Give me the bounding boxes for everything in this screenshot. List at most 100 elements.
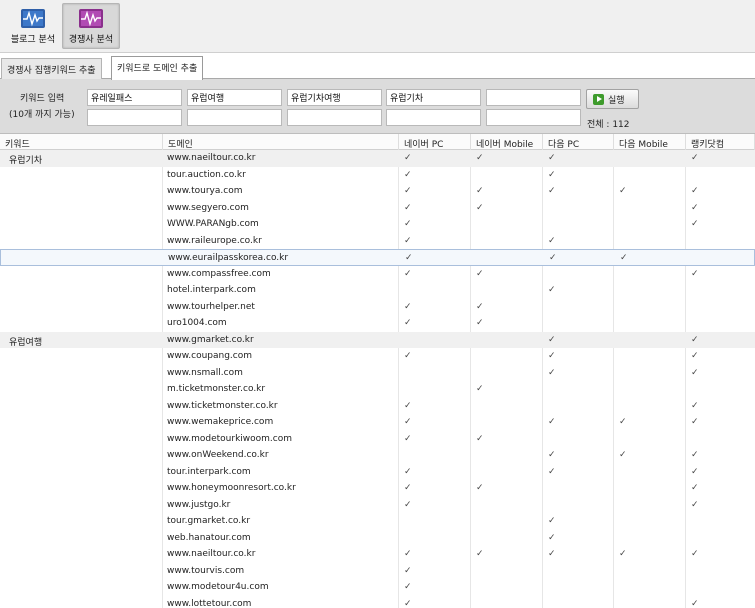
domain-cell: www.ticketmonster.co.kr xyxy=(167,400,278,411)
domain-cell: www.tourhelper.net xyxy=(167,301,255,312)
check-icon-rankey: ✓ xyxy=(691,351,699,361)
competitor-chart-icon xyxy=(79,9,103,28)
table-row[interactable]: www.naeiltour.co.kr ✓ ✓ ✓ ✓ ✓ xyxy=(0,546,755,563)
table-row[interactable]: web.hanatour.com ✓ xyxy=(0,530,755,547)
check-icon-rankey: ✓ xyxy=(691,400,699,411)
check-icon-rankey: ✓ xyxy=(691,417,699,427)
table-row[interactable]: www.tourvis.com ✓ xyxy=(0,563,755,580)
check-icon-rankey: ✓ xyxy=(691,483,699,493)
table-row[interactable]: WWW.PARANgb.com ✓ ✓ xyxy=(0,216,755,233)
table-row[interactable]: www.lottetour.com ✓ ✓ xyxy=(0,596,755,608)
table-row[interactable]: www.honeymoonresort.co.kr ✓ ✓ ✓ xyxy=(0,480,755,497)
domain-cell: www.nsmall.com xyxy=(167,367,243,378)
keyword-field-5[interactable] xyxy=(486,89,581,106)
check-icon-naver-pc: ✓ xyxy=(404,219,412,229)
domain-cell: www.modetourkiwoom.com xyxy=(167,433,293,444)
header-daum-mobile[interactable]: 다음 Mobile xyxy=(614,134,686,150)
table-row[interactable]: hotel.interpark.com ✓ xyxy=(0,282,755,299)
table-row[interactable]: tour.auction.co.kr ✓ ✓ xyxy=(0,167,755,184)
keyword-field-1[interactable] xyxy=(87,89,182,106)
check-icon-daum-pc: ✓ xyxy=(548,549,556,559)
table-row[interactable]: www.onWeekend.co.kr ✓ ✓ ✓ xyxy=(0,447,755,464)
table-row[interactable]: m.ticketmonster.co.kr ✓ xyxy=(0,381,755,398)
header-keyword[interactable]: 키워드 xyxy=(0,134,163,150)
competitor-analysis-label: 경쟁사 분석 xyxy=(68,35,114,45)
header-domain[interactable]: 도메인 xyxy=(163,134,399,150)
tab-competitor-keywords[interactable]: 경쟁사 집행키워드 추출 xyxy=(1,58,102,79)
check-icon-naver-pc: ✓ xyxy=(404,301,412,312)
table-row[interactable]: www.ticketmonster.co.kr ✓ ✓ xyxy=(0,398,755,415)
keyword-cell xyxy=(5,365,160,381)
check-icon-naver-pc: ✓ xyxy=(404,169,412,180)
keyword-cell xyxy=(5,233,160,249)
table-row[interactable]: www.segyero.com ✓ ✓ ✓ xyxy=(0,200,755,217)
table-row[interactable]: www.wemakeprice.com ✓ ✓ ✓ ✓ xyxy=(0,414,755,431)
check-icon-naver-pc: ✓ xyxy=(404,268,412,279)
blog-analysis-label: 블로그 분석 xyxy=(10,35,56,45)
check-icon-daum-mobile: ✓ xyxy=(619,417,627,427)
keyword-field-7[interactable] xyxy=(187,109,282,126)
keyword-cell xyxy=(5,579,160,595)
keyword-field-6[interactable] xyxy=(87,109,182,126)
blog-analysis-button[interactable]: 블로그 분석 xyxy=(4,3,62,49)
domain-cell: www.raileurope.co.kr xyxy=(167,235,262,246)
check-icon-naver-pc: ✓ xyxy=(404,549,412,559)
keyword-cell xyxy=(5,200,160,216)
check-icon-rankey: ✓ xyxy=(691,466,699,477)
header-rankey[interactable]: 랭키닷컴 xyxy=(686,134,755,150)
table-row[interactable]: 유럽기차 www.naeiltour.co.kr ✓ ✓ ✓ ✓ xyxy=(0,150,755,167)
table-row[interactable]: www.tourya.com ✓ ✓ ✓ ✓ ✓ xyxy=(0,183,755,200)
check-icon-rankey: ✓ xyxy=(691,153,699,163)
table-row[interactable]: tour.interpark.com ✓ ✓ ✓ xyxy=(0,464,755,481)
table-row[interactable]: www.modetourkiwoom.com ✓ ✓ xyxy=(0,431,755,448)
table-row[interactable]: www.eurailpasskorea.co.kr ✓ ✓ ✓ xyxy=(0,249,755,266)
keyword-field-10[interactable] xyxy=(486,109,581,126)
keyword-field-2[interactable] xyxy=(187,89,282,106)
check-icon-naver-mobile: ✓ xyxy=(476,318,484,328)
table-row[interactable]: www.coupang.com ✓ ✓ ✓ xyxy=(0,348,755,365)
keyword-field-3[interactable] xyxy=(287,89,382,106)
check-icon-naver-pc: ✓ xyxy=(404,318,412,328)
domain-cell: tour.gmarket.co.kr xyxy=(167,516,251,526)
run-button[interactable]: 실행 xyxy=(586,89,639,109)
tab-keyword-domains[interactable]: 키워드로 도메인 추출 xyxy=(111,56,204,80)
table-row[interactable]: uro1004.com ✓ ✓ xyxy=(0,315,755,332)
table-row[interactable]: 유럽여행 www.gmarket.co.kr ✓ ✓ xyxy=(0,331,755,348)
check-icon-naver-mobile: ✓ xyxy=(476,186,484,196)
competitor-analysis-button[interactable]: 경쟁사 분석 xyxy=(62,3,120,49)
domain-cell: www.modetour4u.com xyxy=(167,582,269,592)
check-icon-naver-pc: ✓ xyxy=(405,253,413,263)
domain-cell: www.honeymoonresort.co.kr xyxy=(167,483,296,493)
domain-cell: www.segyero.com xyxy=(167,202,249,213)
keyword-field-9[interactable] xyxy=(386,109,481,126)
table-row[interactable]: www.modetour4u.com ✓ xyxy=(0,579,755,596)
keyword-cell: 유럽기차 xyxy=(9,156,43,166)
table-row[interactable]: www.justgo.kr ✓ ✓ xyxy=(0,497,755,514)
check-icon-daum-pc: ✓ xyxy=(548,417,556,427)
header-naver-pc[interactable]: 네이버 PC xyxy=(399,134,471,150)
table-row[interactable]: tour.gmarket.co.kr ✓ xyxy=(0,513,755,530)
tab-bar: 경쟁사 집행키워드 추출 키워드로 도메인 추출 xyxy=(0,55,755,80)
domain-cell: tour.interpark.com xyxy=(167,466,251,477)
domain-cell: www.naeiltour.co.kr xyxy=(167,549,256,559)
header-naver-mobile[interactable]: 네이버 Mobile xyxy=(471,134,543,150)
check-icon-rankey: ✓ xyxy=(691,450,699,460)
header-daum-pc[interactable]: 다음 PC xyxy=(543,134,614,150)
check-icon-naver-mobile: ✓ xyxy=(476,433,484,444)
keyword-field-4[interactable] xyxy=(386,89,481,106)
domain-cell: web.hanatour.com xyxy=(167,532,251,543)
table-row[interactable]: www.tourhelper.net ✓ ✓ xyxy=(0,299,755,316)
domain-cell: www.naeiltour.co.kr xyxy=(167,153,256,163)
keyword-field-8[interactable] xyxy=(287,109,382,126)
check-icon-rankey: ✓ xyxy=(691,202,699,213)
table-row[interactable]: www.compassfree.com ✓ ✓ ✓ xyxy=(0,266,755,283)
results-table: 키워드 도메인 네이버 PC 네이버 Mobile 다음 PC 다음 Mobile 랭키닷컴… xyxy=(0,134,755,608)
check-icon-daum-mobile: ✓ xyxy=(619,186,627,196)
table-row[interactable]: www.raileurope.co.kr ✓ ✓ xyxy=(0,233,755,250)
table-row[interactable]: www.nsmall.com ✓ ✓ xyxy=(0,365,755,382)
check-icon-naver-mobile: ✓ xyxy=(476,268,484,279)
check-icon-daum-mobile: ✓ xyxy=(619,450,627,460)
domain-cell: www.wemakeprice.com xyxy=(167,417,274,427)
check-icon-daum-pc: ✓ xyxy=(548,169,556,180)
domain-cell: uro1004.com xyxy=(167,318,227,328)
